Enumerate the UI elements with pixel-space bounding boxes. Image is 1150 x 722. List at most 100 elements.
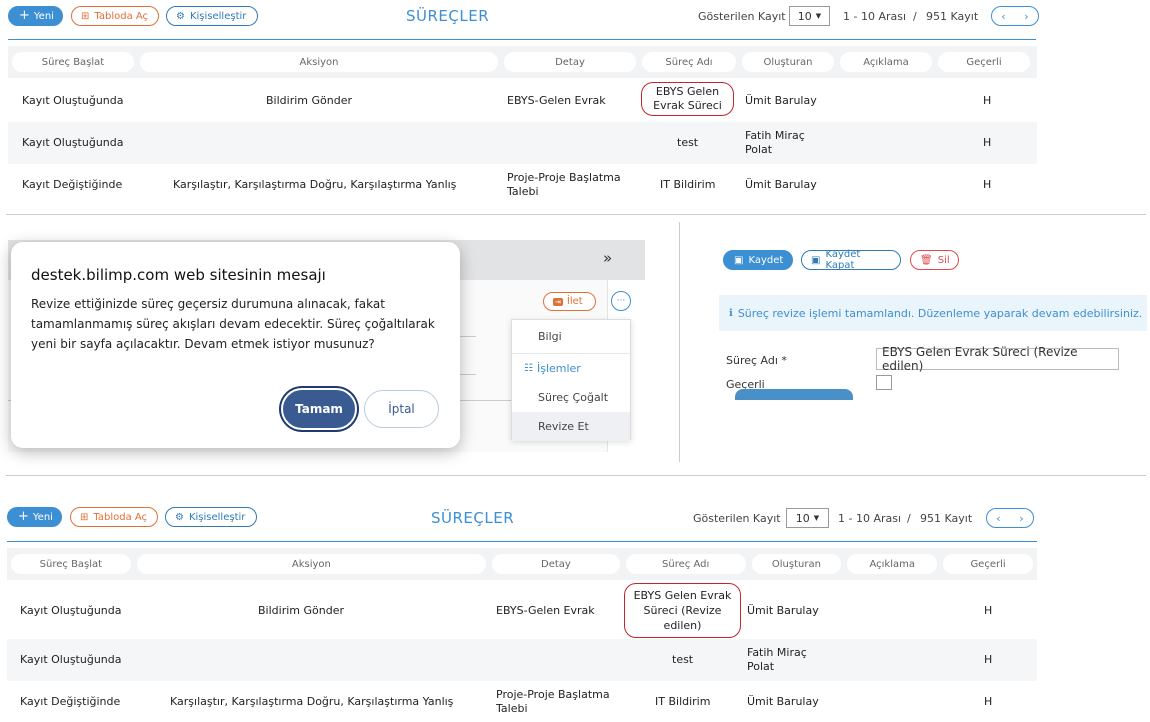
dialog-title: destek.bilimp.com web sitesinin mesajı	[31, 266, 326, 284]
cell-valid: H	[983, 136, 992, 149]
cell-start: Kayıt Değiştiğinde	[22, 178, 123, 191]
column-header[interactable]: Süreç Adı	[642, 52, 736, 72]
cell-action: Bildirim Gönder	[258, 603, 344, 617]
cell-creator: Ümit Barulay	[745, 178, 817, 191]
cell-process-name: EBYS Gelen Evrak Süreci	[641, 82, 734, 116]
table-row[interactable]: Kayıt Oluştuğunda Bildirim Gönder EBYS-G…	[8, 80, 1037, 122]
forward-icon: ⇥	[553, 297, 563, 306]
valid-checkbox[interactable]	[876, 375, 892, 390]
floppy-icon: ▣	[734, 254, 744, 266]
cell-valid: H	[983, 178, 992, 191]
new-button[interactable]: + Yeni	[7, 507, 62, 527]
cell-process-name: test	[677, 136, 699, 149]
table-row[interactable]: Kayıt Oluştuğunda Bildirim Gönder EBYS-G…	[7, 582, 1037, 639]
shown-records-label: Gösterilen Kayıt	[698, 10, 786, 23]
cell-process-name: test	[672, 653, 694, 666]
page-title: SÜREÇLER	[431, 509, 515, 527]
open-in-table-button[interactable]: ⊞ Tabloda Aç	[71, 6, 159, 26]
column-header[interactable]: Detay	[492, 554, 620, 574]
cell-start: Kayıt Oluştuğunda	[22, 136, 124, 149]
column-header[interactable]: Detay	[504, 52, 636, 72]
save-button[interactable]: ▣ Kaydet	[723, 250, 793, 270]
table-row[interactable]: Kayıt Değiştiğinde Karşılaştır, Karşılaş…	[8, 164, 1037, 206]
page-size-select[interactable]: 10 ▼	[786, 508, 829, 528]
plus-icon: +	[19, 8, 30, 23]
table-header: Süreç Başlat Aksiyon Detay Süreç Adı Olu…	[8, 46, 1037, 78]
column-header[interactable]: Süreç Başlat	[12, 52, 134, 72]
cell-creator: Fatih Miraç Polat	[745, 129, 805, 156]
column-header[interactable]: Süreç Başlat	[11, 554, 131, 574]
double-chevron-icon[interactable]: »	[603, 249, 612, 267]
dialog-message: Revize ettiğinizde süreç geçersiz durumu…	[31, 297, 435, 351]
cell-start: Kayıt Oluştuğunda	[20, 653, 122, 666]
chevron-right-icon[interactable]: ›	[1024, 10, 1028, 23]
table-header: Süreç Başlat Aksiyon Detay Süreç Adı Olu…	[7, 548, 1037, 580]
customize-button[interactable]: ⚙ Kişiselleştir	[166, 6, 258, 26]
menu-item-operations[interactable]: ☷ İşlemler	[512, 354, 630, 383]
floppy-icon: ▣	[811, 254, 821, 266]
column-header[interactable]: Geçerli	[938, 52, 1030, 72]
cell-creator: Ümit Barulay	[747, 694, 819, 708]
section-divider	[6, 475, 1146, 476]
table-icon: ⊞	[80, 511, 89, 523]
cell-process-name: IT Bildirim	[660, 178, 716, 191]
forward-button[interactable]: ⇥ İlet	[543, 292, 596, 311]
panel-divider	[679, 222, 680, 462]
info-icon: ℹ	[729, 307, 733, 319]
pager-total: 951 Kayıt	[926, 10, 979, 23]
ellipsis-icon: ···	[616, 296, 626, 306]
save-close-button[interactable]: ▣ Kaydet Kapat	[801, 249, 901, 271]
chevron-right-icon[interactable]: ›	[1019, 512, 1023, 525]
more-options-button[interactable]: ···	[611, 291, 631, 311]
table-row[interactable]: Kayıt Oluştuğunda test Fatih Miraç Polat…	[7, 639, 1037, 681]
confirm-dialog: destek.bilimp.com web sitesinin mesajı R…	[11, 242, 460, 448]
cell-process-name: EBYS Gelen Evrak Süreci (Revize edilen)	[624, 583, 741, 638]
menu-item-duplicate[interactable]: Süreç Çoğalt	[512, 383, 630, 412]
cell-detail: EBYS-Gelen Evrak	[507, 94, 606, 107]
loading-bar	[735, 389, 853, 400]
caret-down-icon: ▼	[815, 12, 822, 20]
chevron-left-icon[interactable]: ‹	[1001, 10, 1005, 23]
cell-valid: H	[983, 94, 992, 107]
list-icon: ☷	[524, 363, 533, 374]
cell-creator: Ümit Barulay	[745, 94, 817, 107]
ok-button[interactable]: Tamam	[281, 388, 357, 430]
delete-button[interactable]: 🗑 Sil	[910, 250, 959, 270]
trash-icon: 🗑	[920, 254, 933, 266]
cell-creator: Fatih Miraç Polat	[747, 646, 807, 673]
column-header[interactable]: Aksiyon	[136, 554, 487, 574]
column-header[interactable]: Açıklama	[840, 52, 932, 72]
pager-separator: /	[907, 512, 911, 525]
pager-range: 1 - 10 Arası	[843, 10, 907, 23]
cell-detail: Proje-Proje Başlatma Talebi	[507, 171, 621, 198]
chevron-left-icon[interactable]: ‹	[996, 512, 1000, 525]
cell-detail: Proje-Proje Başlatma Talebi	[496, 687, 610, 715]
open-in-table-button[interactable]: ⊞ Tabloda Aç	[70, 507, 158, 527]
column-header[interactable]: Oluşturan	[751, 554, 842, 574]
cell-action: Karşılaştır, Karşılaştırma Doğru, Karşıl…	[173, 178, 457, 191]
gear-icon: ⚙	[175, 511, 184, 523]
menu-item-revise[interactable]: Revize Et	[512, 412, 630, 441]
pager-nav: ‹ ›	[991, 6, 1039, 26]
column-header[interactable]: Oluşturan	[742, 52, 834, 72]
column-header[interactable]: Açıklama	[847, 554, 938, 574]
column-header[interactable]: Süreç Adı	[625, 554, 746, 574]
table-row[interactable]: Kayıt Değiştiğinde Karşılaştır, Karşılaş…	[7, 681, 1037, 722]
cell-process-name: IT Bildirim	[655, 694, 711, 708]
cell-start: Kayıt Oluştuğunda	[20, 603, 122, 617]
page-size-select[interactable]: 10 ▼	[789, 6, 830, 26]
column-header[interactable]: Geçerli	[943, 554, 1033, 574]
cell-action: Karşılaştır, Karşılaştırma Doğru, Karşıl…	[170, 694, 454, 708]
table-row[interactable]: Kayıt Oluştuğunda test Fatih Miraç Polat…	[8, 122, 1037, 164]
process-name-input[interactable]: EBYS Gelen Evrak Süreci (Revize edilen)	[876, 345, 1119, 373]
cell-detail: EBYS-Gelen Evrak	[496, 603, 595, 617]
page-title: SÜREÇLER	[406, 7, 490, 25]
menu-item-info[interactable]: Bilgi	[512, 320, 630, 354]
column-header[interactable]: Aksiyon	[140, 52, 498, 72]
plus-icon: +	[18, 509, 29, 524]
new-button[interactable]: + Yeni	[8, 6, 63, 26]
pager-total: 951 Kayıt	[920, 512, 973, 525]
customize-button[interactable]: ⚙ Kişiselleştir	[165, 507, 257, 527]
pager-range: 1 - 10 Arası	[838, 512, 902, 525]
cancel-button[interactable]: İptal	[364, 390, 439, 428]
